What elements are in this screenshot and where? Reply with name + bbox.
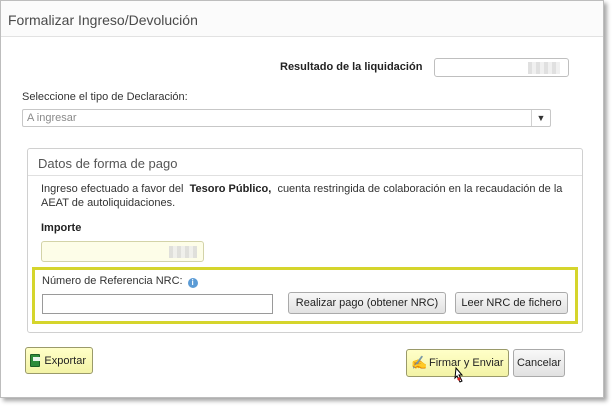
info-icon[interactable]: i	[187, 278, 198, 288]
nrc-label: Número de Referencia NRC: i	[42, 275, 198, 288]
declaracion-select[interactable]: A ingresar ▼	[22, 109, 551, 127]
export-icon	[30, 354, 41, 367]
cancelar-button[interactable]: Cancelar	[513, 349, 565, 377]
nrc-highlight-frame: Número de Referencia NRC: i Realizar pago…	[32, 267, 578, 324]
declaracion-label: Seleccione el tipo de Declaración:	[22, 91, 188, 103]
importe-field	[41, 241, 204, 262]
fieldset-divider	[28, 175, 582, 176]
info-bold: Tesoro Público,	[189, 183, 272, 195]
exportar-label: Exportar	[44, 354, 86, 367]
nrc-input[interactable]	[42, 294, 273, 314]
formalizar-dialog: Formalizar Ingreso/Devolución Resultado …	[0, 0, 604, 398]
redacted-value	[528, 62, 560, 74]
dialog-titlebar: Formalizar Ingreso/Devolución	[1, 1, 603, 37]
pago-info-text: Ingreso efectuado a favor del Tesoro Púb…	[41, 182, 571, 210]
hand-cursor-icon	[454, 367, 464, 383]
sign-icon: ✍	[411, 355, 428, 370]
chevron-down-icon[interactable]: ▼	[531, 110, 550, 126]
dialog-title: Formalizar Ingreso/Devolución	[8, 12, 198, 28]
nrc-label-text: Número de Referencia NRC:	[42, 275, 183, 287]
declaracion-selected-value: A ingresar	[27, 112, 77, 124]
datos-forma-pago-fieldset: Datos de forma de pago Ingreso efectuado…	[27, 148, 583, 333]
leer-nrc-button[interactable]: Leer NRC de fichero	[455, 292, 568, 314]
info-prefix: Ingreso efectuado a favor del	[41, 183, 184, 195]
resultado-label: Resultado de la liquidación	[280, 61, 423, 73]
fieldset-legend: Datos de forma de pago	[38, 156, 178, 171]
importe-label: Importe	[41, 222, 82, 234]
exportar-button[interactable]: Exportar	[25, 347, 93, 374]
redacted-value	[169, 246, 197, 258]
realizar-pago-button[interactable]: Realizar pago (obtener NRC)	[288, 292, 446, 314]
resultado-field	[434, 58, 569, 77]
